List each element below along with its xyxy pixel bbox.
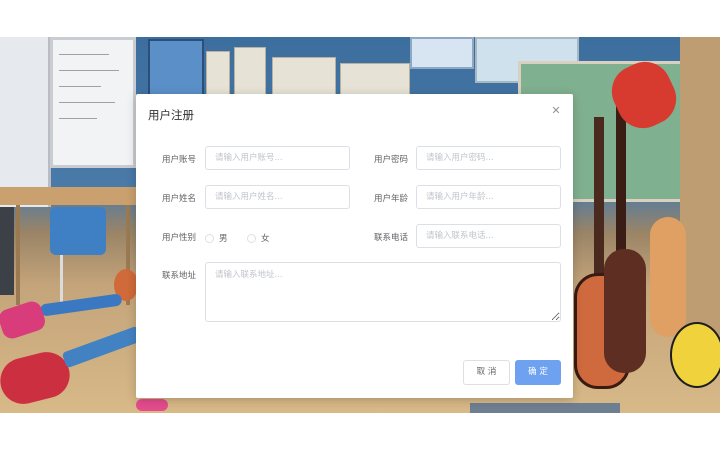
dialog-title: 用户注册 [148,108,194,122]
age-input[interactable] [416,185,561,209]
wall-board [148,39,204,97]
password-label: 用户密码 [373,155,408,165]
guitar-neck [594,117,604,277]
close-icon[interactable]: ✕ [550,105,562,117]
poster [272,57,336,99]
age-label: 用户年龄 [373,194,408,204]
pink-item [136,399,168,411]
guitar [604,249,646,373]
address-textarea[interactable] [205,262,561,322]
radio-label: 男 [219,234,228,244]
name-label: 用户姓名 [161,194,196,204]
whiteboard [50,37,136,168]
register-dialog: 用户注册 ✕ 用户账号 用户密码 用户姓名 用户年龄 用户性别 男 女 联系电话… [136,94,573,398]
stool-leg [60,255,63,303]
gender-label: 用户性别 [161,233,196,243]
cancel-button[interactable]: 取 消 [463,360,510,385]
account-label: 用户账号 [161,155,196,165]
phone-input[interactable] [416,224,561,248]
radio-circle[interactable] [247,233,256,243]
pink-instrument [0,298,48,342]
poster [206,51,230,95]
address-label: 联系地址 [161,271,196,281]
name-input[interactable] [205,185,350,209]
desk [0,187,136,205]
gender-radio-male[interactable]: 男 [205,232,228,244]
phone-label: 联系电话 [373,233,408,243]
gender-radio-female[interactable]: 女 [247,232,270,244]
wall-banner [410,37,474,69]
window [0,37,51,207]
radio-label: 女 [261,234,270,244]
yellow-ball [670,322,720,388]
radio-circle[interactable] [205,233,214,243]
door [680,37,720,367]
confirm-button[interactable]: 确 定 [515,360,561,385]
password-input[interactable] [416,146,561,170]
floor-item [470,403,620,413]
blue-instrument [39,293,123,317]
poster [234,47,266,95]
equipment [0,207,14,295]
blue-cabinet [50,207,106,255]
account-input[interactable] [205,146,350,170]
guitar [650,217,686,337]
guitar-neck [61,325,143,369]
